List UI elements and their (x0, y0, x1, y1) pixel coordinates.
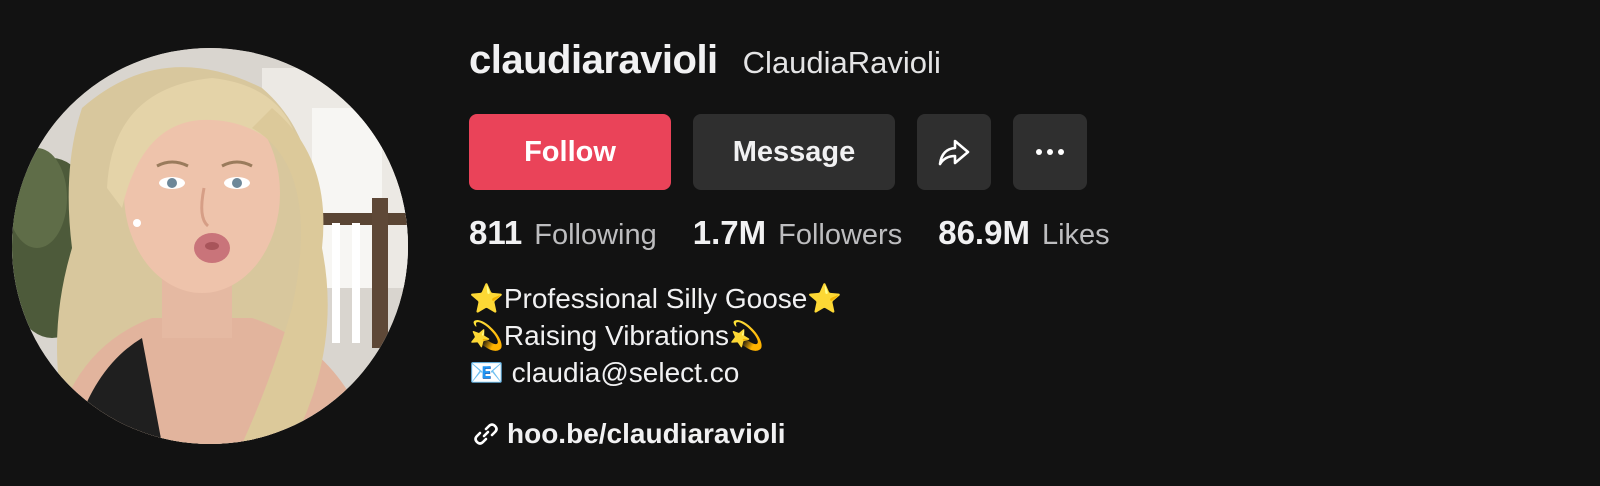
nickname: ClaudiaRavioli (742, 45, 941, 80)
stat-following[interactable]: 811 Following (469, 214, 657, 252)
likes-count: 86.9M (938, 214, 1030, 251)
following-label: Following (534, 219, 657, 251)
profile-stats: 811 Following 1.7M Followers 86.9M Likes (469, 214, 1146, 252)
stat-likes: 86.9M Likes (938, 214, 1109, 252)
action-buttons: Follow Message (469, 114, 1087, 190)
share-button[interactable] (917, 114, 991, 190)
profile-bio: ⭐Professional Silly Goose⭐ 💫Raising Vibr… (469, 280, 842, 391)
profile-link-text: hoo.be/claudiaravioli (507, 418, 786, 449)
more-button[interactable] (1013, 114, 1087, 190)
username: claudiaravioli (469, 38, 718, 82)
bio-line-2: 💫Raising Vibrations💫 (469, 320, 764, 351)
likes-label: Likes (1041, 219, 1110, 251)
follow-button[interactable]: Follow (469, 114, 671, 190)
name-row: claudiaravioli ClaudiaRavioli (469, 38, 1569, 90)
more-icon (1036, 149, 1064, 155)
stat-followers[interactable]: 1.7M Followers (693, 214, 902, 252)
avatar-image (12, 48, 408, 444)
bio-line-3: 📧 claudia@select.co (469, 357, 740, 388)
followers-label: Followers (778, 219, 903, 251)
profile-info: claudiaravioli ClaudiaRavioli Follow Mes… (469, 38, 1569, 449)
profile-link[interactable]: hoo.be/claudiaravioli (473, 418, 786, 450)
message-button[interactable]: Message (693, 114, 895, 190)
followers-count: 1.7M (692, 214, 767, 251)
profile-avatar[interactable] (12, 48, 408, 444)
following-count: 811 (469, 214, 523, 251)
share-icon (938, 139, 970, 166)
bio-line-1: ⭐Professional Silly Goose⭐ (469, 283, 843, 314)
link-icon (474, 423, 498, 445)
